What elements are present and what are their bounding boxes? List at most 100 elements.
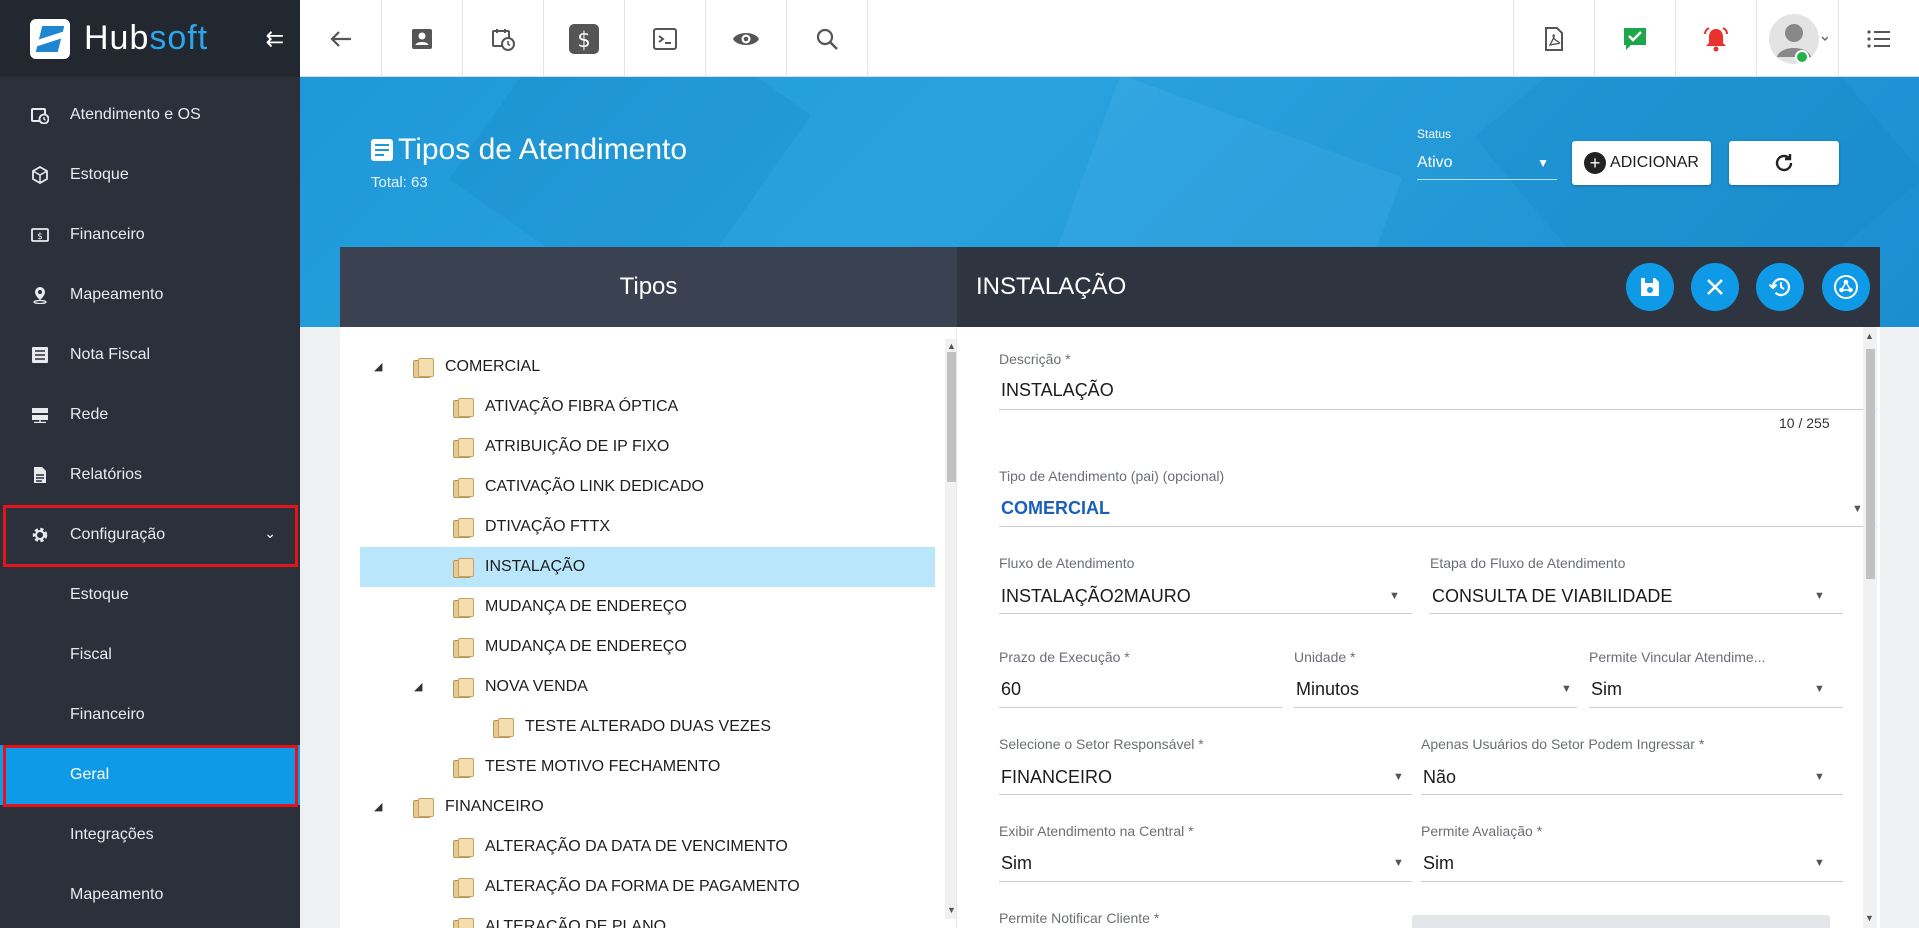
alerts-button[interactable]	[1675, 0, 1756, 77]
caret-down-icon: ▼	[1561, 683, 1572, 695]
required-mark: *	[1198, 736, 1204, 752]
etapa-label: Etapa do Fluxo de Atendimento	[1430, 555, 1626, 571]
tree-item[interactable]: DTIVAÇÃO FTTX	[453, 507, 610, 547]
calendar-clock-icon	[30, 105, 50, 125]
tree-collapse-icon[interactable]: ◢	[374, 800, 382, 813]
etapa-select[interactable]: CONSULTA DE VIABILIDADE	[1432, 586, 1672, 607]
refresh-button[interactable]	[1729, 141, 1839, 185]
tree-item-label: TESTE ALTERADO DUAS VEZES	[525, 718, 771, 735]
unidade-underline	[1294, 707, 1577, 708]
sidebar-item-rede[interactable]: Rede	[0, 385, 300, 445]
tree-collapse-icon[interactable]: ◢	[374, 360, 382, 373]
tree-item[interactable]: CATIVAÇÃO LINK DEDICADO	[453, 467, 704, 507]
unidade-select[interactable]: Minutos	[1296, 679, 1359, 700]
sidebar-subitem-integracoes[interactable]: Integrações	[0, 805, 300, 865]
sidebar-item-estoque[interactable]: Estoque	[0, 145, 300, 205]
sidebar-item-label: Estoque	[70, 166, 129, 183]
cancel-button[interactable]	[1691, 263, 1739, 311]
tree-item[interactable]: COMERCIAL	[413, 347, 540, 387]
tree-item[interactable]: TESTE MOTIVO FECHAMENTO	[453, 747, 720, 787]
page-title-text: Tipos de Atendimento	[398, 133, 688, 166]
sidebar-item-label: Financeiro	[70, 226, 145, 243]
svg-text:$: $	[577, 28, 590, 52]
field-label-text: Descrição	[999, 351, 1062, 367]
tree-item[interactable]: TESTE ALTERADO DUAS VEZES	[493, 707, 771, 747]
apenas-label: Apenas Usuários do Setor Podem Ingressar…	[1421, 736, 1704, 752]
disabled-field-placeholder	[1412, 915, 1830, 928]
sidebar-subitem-fiscal[interactable]: Fiscal	[0, 625, 300, 685]
descricao-input[interactable]: INSTALAÇÃO	[1001, 380, 1114, 401]
tree-item[interactable]: MUDANÇA DE ENDEREÇO	[453, 627, 687, 667]
tree-item[interactable]: NOVA VENDA	[453, 667, 588, 707]
tree-item[interactable]: ATRIBUIÇÃO DE IP FIXO	[453, 427, 669, 467]
pdf-button[interactable]	[1513, 0, 1594, 77]
sidebar-item-financeiro[interactable]: $ Financeiro	[0, 205, 300, 265]
required-mark: *	[1188, 823, 1194, 839]
form-scrollbar-thumb[interactable]	[1866, 349, 1875, 579]
tree-item[interactable]: ALTERAÇÃO DA DATA DE VENCIMENTO	[453, 827, 788, 867]
descricao-underline	[999, 409, 1878, 410]
history-button[interactable]	[1756, 263, 1804, 311]
sidebar-subitem-estoque[interactable]: Estoque	[0, 565, 300, 625]
tree-item[interactable]: ATIVAÇÃO FIBRA ÓPTICA	[453, 387, 678, 427]
exibir-select[interactable]: Sim	[1001, 853, 1032, 874]
tree-item[interactable]: ALTERAÇÃO DA FORMA DE PAGAMENTO	[453, 867, 800, 907]
tree-item[interactable]: MUDANÇA DE ENDEREÇO	[453, 587, 687, 627]
brand-name-part1: Hub	[84, 19, 150, 57]
search-icon	[816, 28, 838, 50]
field-label-text: Apenas Usuários do Setor Podem Ingressar	[1421, 736, 1695, 752]
highlight-box-geral	[3, 745, 298, 807]
scroll-up-icon[interactable]: ▲	[947, 341, 956, 351]
back-button[interactable]	[300, 0, 382, 77]
vincular-select[interactable]: Sim	[1591, 679, 1622, 700]
tree-item-selected[interactable]: INSTALAÇÃO	[453, 547, 585, 587]
scroll-down-icon[interactable]: ▼	[947, 905, 956, 915]
scroll-up-icon[interactable]: ▲	[1865, 331, 1874, 341]
tasks-button[interactable]	[1594, 0, 1675, 77]
menu-collapse-icon[interactable]: ⇇	[266, 26, 284, 52]
tree-item[interactable]: ALTERAÇÃO DE PLANO	[453, 907, 666, 928]
fluxo-label: Fluxo de Atendimento	[999, 555, 1135, 571]
sidebar-item-mapeamento[interactable]: Mapeamento	[0, 265, 300, 325]
menu-list-button[interactable]	[1838, 0, 1919, 77]
search-button[interactable]	[787, 0, 868, 77]
save-button[interactable]	[1626, 263, 1674, 311]
scroll-down-icon[interactable]: ▼	[1865, 913, 1874, 923]
sidebar-item-relatorios[interactable]: Relatórios	[0, 445, 300, 505]
sidebar-item-nota-fiscal[interactable]: Nota Fiscal	[0, 325, 300, 385]
field-label-text: Selecione o Setor Responsável	[999, 736, 1195, 752]
status-select[interactable]: Ativo ▼	[1417, 148, 1557, 180]
tree-scrollbar-thumb[interactable]	[947, 352, 956, 482]
tipo-pai-select[interactable]: COMERCIAL	[1001, 498, 1110, 519]
terminal-button[interactable]	[625, 0, 706, 77]
add-button[interactable]: + ADICIONAR	[1572, 141, 1711, 185]
workflow-button[interactable]	[1822, 263, 1870, 311]
folder-icon	[413, 798, 434, 818]
caret-down-icon: ▼	[1814, 771, 1825, 783]
user-menu-button[interactable]	[1756, 0, 1838, 77]
sidebar-subitem-mapeamento[interactable]: Mapeamento	[0, 865, 300, 925]
total-count: Total: 63	[371, 174, 428, 191]
finance-button[interactable]: $	[544, 0, 625, 77]
types-panel-title: Tipos	[619, 273, 678, 300]
avaliacao-select[interactable]: Sim	[1423, 853, 1454, 874]
schedule-button[interactable]	[463, 0, 544, 77]
tree-collapse-icon[interactable]: ◢	[414, 680, 422, 693]
sidebar-item-label: Relatórios	[70, 466, 143, 483]
sidebar-subitem-label: Integrações	[70, 826, 154, 843]
prazo-input[interactable]: 60	[1001, 679, 1021, 700]
dollar-icon: $	[30, 225, 50, 245]
view-button[interactable]	[706, 0, 787, 77]
unidade-label: Unidade *	[1294, 649, 1356, 665]
brand-name: Hubsoft	[84, 19, 208, 58]
folder-icon	[453, 638, 474, 658]
sidebar-subitem-financeiro[interactable]: Financeiro	[0, 685, 300, 745]
avatar	[1768, 13, 1828, 64]
fluxo-select[interactable]: INSTALAÇÃO2MAURO	[1001, 586, 1191, 607]
sidebar-item-atendimento[interactable]: Atendimento e OS	[0, 85, 300, 145]
tree-item[interactable]: FINANCEIRO	[413, 787, 544, 827]
setor-select[interactable]: FINANCEIRO	[1001, 767, 1112, 788]
apenas-select[interactable]: Não	[1423, 767, 1456, 788]
contacts-button[interactable]	[382, 0, 463, 77]
